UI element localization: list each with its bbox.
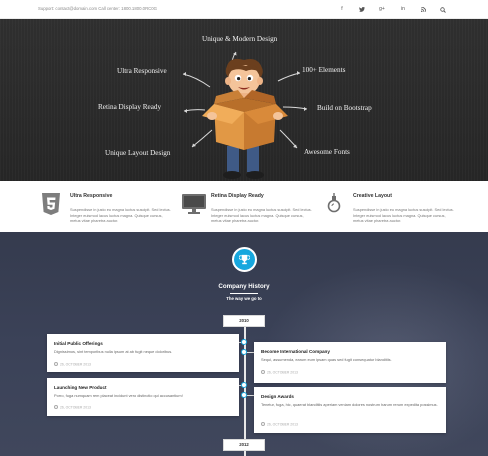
hero-feature-lower-right: Awesome Fonts (304, 148, 350, 156)
feature-description: Suspendisse in justo eu magna luctus sus… (353, 207, 454, 224)
event-title: Design Awards (261, 394, 294, 399)
feature-description: Suspendisse in justo eu magna luctus sus… (211, 207, 312, 224)
event-date: 26, OCTOBER 2013 (261, 370, 298, 374)
timeline-event-card[interactable]: Initial Public Offerings Dignissimos, si… (47, 334, 239, 372)
event-description: Porro, fuga numquam rem placeat incidunt… (54, 393, 183, 398)
event-description: Dignissimos, sint temporibus nulla ipsum… (54, 349, 173, 354)
event-title: Initial Public Offerings (54, 341, 103, 346)
feature-title: Ultra Responsive (70, 193, 113, 199)
event-title: Become International Company (261, 349, 330, 354)
clock-icon (54, 405, 58, 409)
hero-feature-middle-left: Retina Display Ready (98, 103, 162, 111)
timeline-event-card[interactable]: Design Awards Tenetur, fuga, hic, quaera… (254, 387, 446, 433)
event-title: Launching New Product (54, 385, 107, 390)
timeline-dot (241, 392, 247, 398)
boy-with-box-illustration (202, 58, 288, 179)
linkedin-icon[interactable]: in (397, 4, 409, 15)
feature-title: Creative Layout (353, 193, 392, 199)
section-title: Company History (218, 283, 270, 290)
section-subtitle: The way we go to (226, 296, 262, 301)
hero-feature-upper-right: 100+ Elements (302, 66, 346, 74)
facebook-icon[interactable]: f (336, 4, 348, 15)
google-plus-icon[interactable]: g+ (376, 4, 388, 15)
rss-icon[interactable] (417, 4, 429, 15)
title-underline (230, 293, 258, 294)
event-date: 26, OCTOBER 2013 (54, 405, 91, 409)
hero-feature-upper-left: Ultra Responsive (117, 67, 167, 75)
company-history-section: Company History The way we go to 2010 20… (0, 232, 488, 456)
feature-title: Retina Display Ready (211, 193, 264, 199)
html5-icon (42, 193, 60, 215)
lightbulb-icon (327, 193, 341, 213)
timeline-dot (241, 382, 247, 388)
hero-feature-middle-right: Build on Bootstrap (317, 104, 372, 112)
clock-icon (261, 422, 265, 426)
clock-icon (54, 362, 58, 366)
hero-feature-lower-left: Unique Layout Design (105, 149, 171, 157)
event-date-text: 26, OCTOBER 2013 (267, 370, 298, 375)
monitor-icon (182, 194, 206, 214)
event-date-text: 26, OCTOBER 2013 (60, 362, 91, 367)
twitter-icon[interactable] (356, 4, 368, 15)
event-date-text: 26, OCTOBER 2013 (267, 422, 298, 427)
hero-feature-top: Unique & Modern Design (202, 35, 278, 43)
timeline-dot (241, 349, 247, 355)
year-marker: 2010 (223, 315, 265, 327)
event-date-text: 26, OCTOBER 2013 (60, 405, 91, 410)
event-date: 26, OCTOBER 2013 (54, 362, 91, 366)
support-contact-text: Support: contact@domain.com Call center:… (38, 6, 158, 11)
hero-section: Unique & Modern Design Ultra Responsive … (0, 19, 488, 181)
trophy-icon (232, 247, 257, 272)
search-icon[interactable] (437, 4, 449, 15)
timeline-event-card[interactable]: Launching New Product Porro, fuga numqua… (47, 378, 239, 416)
clock-icon (261, 370, 265, 374)
year-marker: 2012 (223, 439, 265, 451)
timeline-dot (241, 339, 247, 345)
timeline-event-card[interactable]: Become International Company Sequi, assu… (254, 342, 446, 383)
feature-description: Suspendisse in justo eu magna luctus sus… (70, 207, 171, 224)
top-bar: Support: contact@domain.com Call center:… (0, 0, 488, 19)
event-date: 26, OCTOBER 2013 (261, 422, 298, 426)
event-description: Tenetur, fuga, hic, quaerat blanditiis a… (261, 402, 438, 407)
event-description: Sequi, assumenda, earum eum ipsam quas s… (261, 357, 392, 362)
features-section: Ultra Responsive Suspendisse in justo eu… (0, 181, 488, 232)
